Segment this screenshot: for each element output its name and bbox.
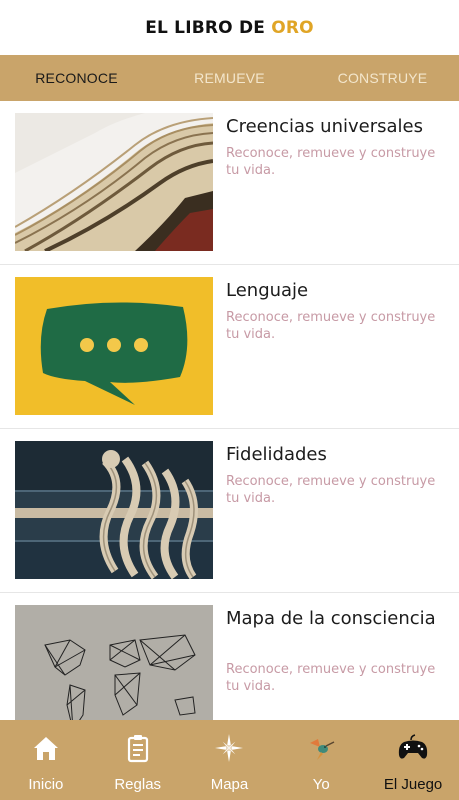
nav-item-mapa[interactable]: Mapa bbox=[184, 720, 276, 800]
card-title: Creencias universales bbox=[226, 116, 423, 137]
card-creencias-universales[interactable]: Creencias universales Reconoce, remueve … bbox=[0, 101, 459, 265]
card-subtitle: Reconoce, remueve y construye tu vida. bbox=[226, 474, 436, 506]
app-title: EL LIBRO DE ORO bbox=[145, 18, 314, 38]
world-map-image bbox=[15, 605, 213, 720]
nav-item-reglas[interactable]: Reglas bbox=[92, 720, 184, 800]
card-title: Mapa de la consciencia bbox=[226, 608, 436, 629]
clipboard-icon bbox=[122, 732, 154, 764]
card-mapa-de-la-consciencia[interactable]: Mapa de la consciencia Reconoce, remueve… bbox=[0, 593, 459, 720]
tab-reconoce[interactable]: RECONOCE bbox=[0, 70, 153, 86]
card-list: Creencias universales Reconoce, remueve … bbox=[0, 101, 459, 720]
nav-item-inicio[interactable]: Inicio bbox=[0, 720, 92, 800]
hummingbird-icon bbox=[305, 732, 337, 764]
nav-label: Mapa bbox=[210, 776, 249, 793]
tab-remueve[interactable]: REMUEVE bbox=[153, 70, 306, 86]
nav-label: Inicio bbox=[28, 776, 64, 793]
card-subtitle: Reconoce, remueve y construye tu vida. bbox=[226, 310, 436, 342]
nav-item-el-juego[interactable]: El Juego bbox=[367, 720, 459, 800]
nav-label: Reglas bbox=[114, 776, 162, 793]
nav-item-yo[interactable]: Yo bbox=[275, 720, 367, 800]
gamepad-icon bbox=[397, 732, 429, 764]
app-title-accent: ORO bbox=[271, 17, 314, 38]
card-image-world-map bbox=[15, 605, 213, 720]
card-subtitle: Reconoce, remueve y construye tu vida. bbox=[226, 662, 436, 694]
card-title: Fidelidades bbox=[226, 444, 327, 465]
bottom-nav: Inicio Reglas Mapa Yo El Juego bbox=[0, 720, 459, 800]
speech-bubble-image bbox=[15, 277, 213, 415]
nav-label: Yo bbox=[312, 776, 330, 793]
card-lenguaje[interactable]: Lenguaje Reconoce, remueve y construye t… bbox=[0, 265, 459, 429]
nav-label: El Juego bbox=[383, 776, 443, 793]
card-subtitle: Reconoce, remueve y construye tu vida. bbox=[226, 146, 436, 178]
section-tabs: RECONOCE REMUEVE CONSTRUYE bbox=[0, 55, 459, 101]
app-title-main: EL LIBRO DE bbox=[145, 17, 272, 38]
card-image-open-book bbox=[15, 113, 213, 251]
card-title: Lenguaje bbox=[226, 280, 309, 301]
open-book-image bbox=[15, 113, 213, 251]
compass-rose-icon bbox=[213, 732, 245, 764]
card-fidelidades[interactable]: Fidelidades Reconoce, remueve y construy… bbox=[0, 429, 459, 593]
app-header: EL LIBRO DE ORO bbox=[0, 0, 459, 55]
tab-construye[interactable]: CONSTRUYE bbox=[306, 70, 459, 86]
rope-knot-image bbox=[15, 441, 213, 579]
home-icon bbox=[30, 732, 62, 764]
card-image-speech-bubble bbox=[15, 277, 213, 415]
card-image-rope-knot bbox=[15, 441, 213, 579]
